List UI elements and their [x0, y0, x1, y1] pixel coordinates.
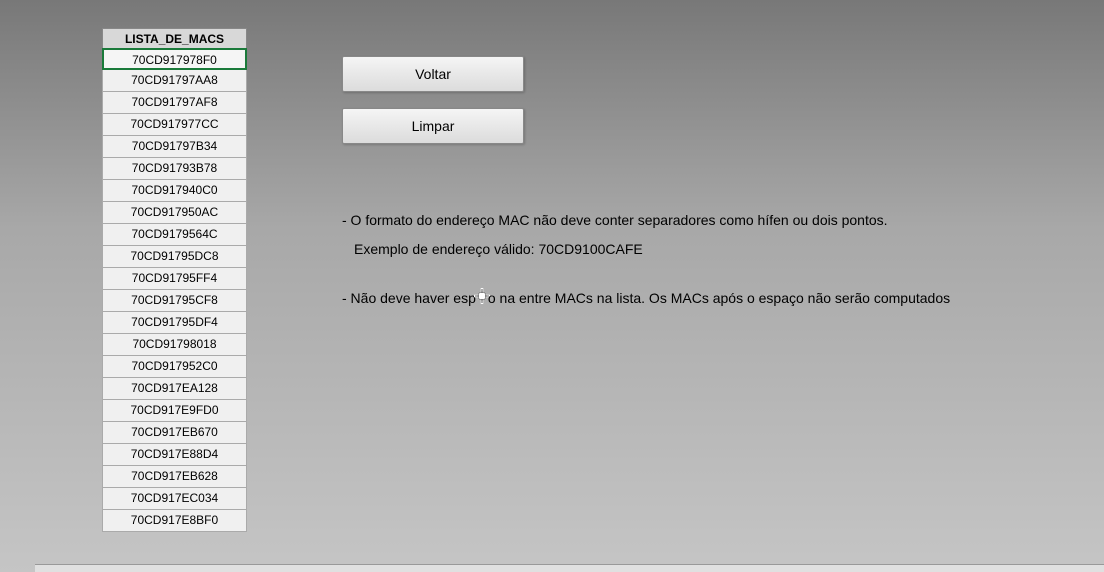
mac-cell[interactable]: 70CD917E8BF0	[102, 510, 247, 532]
bottom-scrollbar[interactable]	[35, 564, 1104, 572]
mac-cell[interactable]: 70CD917EB628	[102, 466, 247, 488]
mac-cell[interactable]: 70CD91797AF8	[102, 92, 247, 114]
mac-cell[interactable]: 70CD917978F0	[102, 48, 247, 70]
mac-cell[interactable]: 70CD91795DF4	[102, 312, 247, 334]
back-button[interactable]: Voltar	[342, 56, 524, 92]
right-panel: Voltar Limpar - O formato do endereço MA…	[342, 28, 950, 572]
mac-list-body: 70CD917978F070CD91797AA870CD91797AF870CD…	[102, 48, 247, 532]
mac-cell[interactable]: 70CD917EC034	[102, 488, 247, 510]
info-line-3: - Não deve haver esp o na entre MACs na l…	[342, 286, 950, 312]
main-container: LISTA_DE_MACS 70CD917978F070CD91797AA870…	[0, 0, 1104, 572]
mac-cell[interactable]: 70CD91795DC8	[102, 246, 247, 268]
mac-cell[interactable]: 70CD91793B78	[102, 158, 247, 180]
mac-cell[interactable]: 70CD917940C0	[102, 180, 247, 202]
info-line-3a: - Não deve haver esp	[342, 290, 476, 306]
info-line-1: - O formato do endereço MAC não deve con…	[342, 208, 950, 233]
mac-cell[interactable]: 70CD917952C0	[102, 356, 247, 378]
mac-list-header: LISTA_DE_MACS	[102, 28, 247, 50]
mac-cell[interactable]: 70CD91795FF4	[102, 268, 247, 290]
mac-cell[interactable]: 70CD91797B34	[102, 136, 247, 158]
info-text: - O formato do endereço MAC não deve con…	[342, 208, 950, 312]
mac-list-column: LISTA_DE_MACS 70CD917978F070CD91797AA870…	[102, 28, 247, 572]
mac-cell[interactable]: 70CD917977CC	[102, 114, 247, 136]
info-line-2: Exemplo de endereço válido: 70CD9100CAFE	[342, 237, 950, 262]
mac-cell[interactable]: 70CD91795CF8	[102, 290, 247, 312]
mac-cell[interactable]: 70CD9179564C	[102, 224, 247, 246]
mac-cell[interactable]: 70CD917EA128	[102, 378, 247, 400]
mac-cell[interactable]: 70CD917E9FD0	[102, 400, 247, 422]
clear-button[interactable]: Limpar	[342, 108, 524, 144]
mac-cell[interactable]: 70CD917EB670	[102, 422, 247, 444]
mac-cell[interactable]: 70CD91798018	[102, 334, 247, 356]
mac-cell[interactable]: 70CD917950AC	[102, 202, 247, 224]
info-line-3b: o na entre MACs na lista. Os MACs após o…	[488, 290, 950, 306]
mac-cell[interactable]: 70CD917E88D4	[102, 444, 247, 466]
mac-cell[interactable]: 70CD91797AA8	[102, 70, 247, 92]
